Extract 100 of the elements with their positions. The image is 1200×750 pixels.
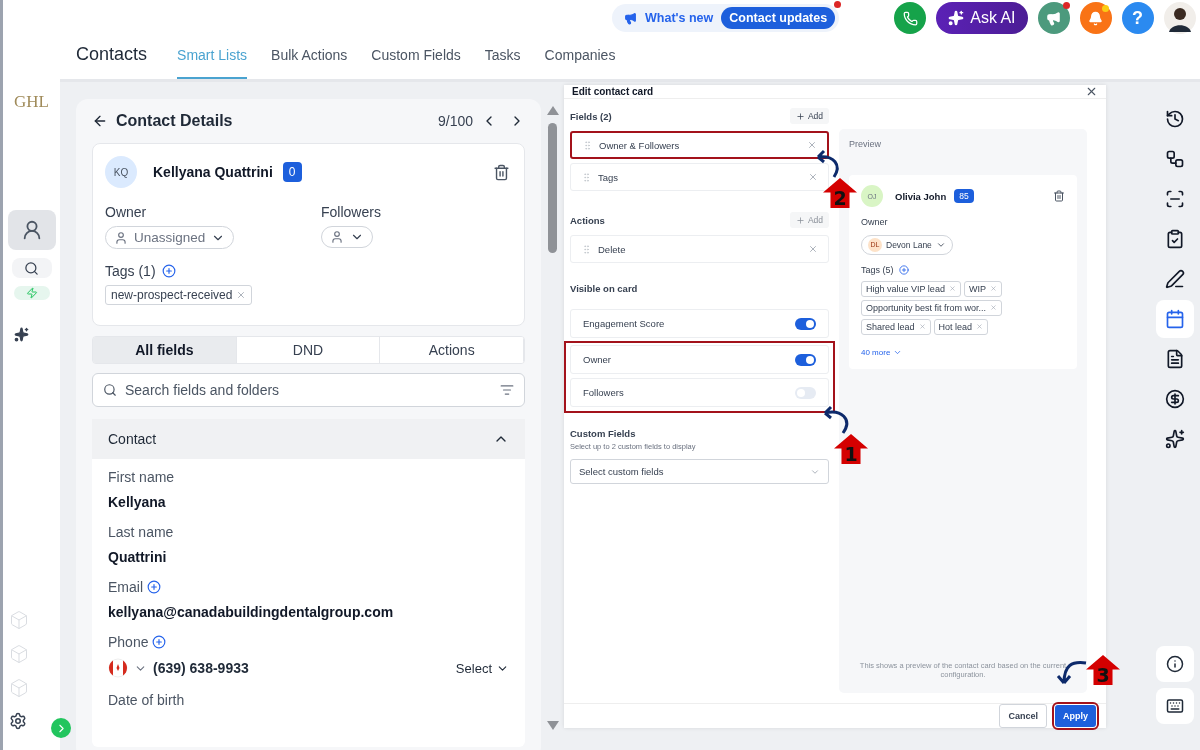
drag-handle-icon[interactable] <box>581 243 592 255</box>
search-field[interactable]: Search fields and folders <box>92 373 525 407</box>
item-label: Owner & Followers <box>599 139 681 151</box>
sparkle-icon <box>14 326 29 342</box>
section-title: Custom Fields <box>570 427 636 439</box>
nav-tab[interactable]: Bulk Actions <box>271 47 348 79</box>
notification-dot <box>1101 5 1109 12</box>
user-avatar[interactable] <box>1163 2 1196 34</box>
phone-button[interactable] <box>894 2 927 34</box>
field-tab[interactable]: Actions <box>380 337 524 363</box>
field-label: Email <box>108 579 143 595</box>
toggle-switch[interactable] <box>795 386 816 399</box>
search-icon <box>103 383 117 397</box>
tag-chip[interactable]: WIP <box>963 280 1002 297</box>
section-title: Contact <box>108 431 157 447</box>
preview-title: Preview <box>849 139 882 149</box>
phone-icon <box>902 10 918 26</box>
bell-icon <box>1088 10 1104 26</box>
plus-icon <box>795 215 805 225</box>
contact-name: Kellyana Quattrini <box>153 164 273 180</box>
pager-count: 9/100 <box>437 113 473 129</box>
scroll-up-icon[interactable] <box>546 106 559 115</box>
field-tab[interactable]: DND <box>236 337 381 363</box>
whats-new-label: What's new <box>645 11 714 25</box>
contact-nav-button[interactable] <box>7 210 56 250</box>
lightning-icon <box>25 287 38 299</box>
tag-chip[interactable]: Opportunity best fit from wor... <box>861 299 1003 316</box>
notifications-button[interactable] <box>1079 2 1112 34</box>
delete-icon[interactable] <box>493 163 510 181</box>
calendar-icon <box>1165 309 1185 329</box>
search-icon <box>24 260 39 276</box>
field-tab[interactable]: All fields <box>93 337 237 363</box>
search-nav-button[interactable] <box>11 258 52 278</box>
sparkles-icon <box>948 10 965 26</box>
card-field-item[interactable]: Delete <box>570 235 829 263</box>
filter-icon[interactable] <box>500 383 514 397</box>
scan-icon <box>1165 189 1185 209</box>
calendar-rail-button[interactable] <box>1156 300 1194 338</box>
add-button[interactable]: Add <box>789 108 829 124</box>
update-pill[interactable]: Contact updates <box>721 7 836 29</box>
ask-ai-button[interactable]: Ask AI <box>936 2 1028 34</box>
add-tag-icon[interactable] <box>898 264 909 275</box>
keyboard-button[interactable] <box>1156 688 1194 724</box>
field-label: Owner <box>105 204 148 220</box>
info-button[interactable] <box>1156 646 1194 682</box>
delete-icon[interactable] <box>1053 190 1065 202</box>
field-label: First name <box>108 469 175 485</box>
card-field-item[interactable]: Owner & Followers <box>570 131 829 159</box>
row-label: Engagement Score <box>583 318 665 329</box>
scroll-down-icon[interactable] <box>546 721 559 730</box>
tag-chip[interactable]: Shared lead <box>861 318 931 335</box>
document-icon <box>1165 349 1185 369</box>
cancel-button[interactable]: Cancel <box>999 704 1047 728</box>
card-field-item[interactable]: Tags <box>570 163 829 191</box>
help-button[interactable]: ? <box>1121 2 1154 34</box>
canada-flag-icon[interactable] <box>108 658 128 678</box>
tag-chip[interactable]: Hot lead <box>933 318 989 335</box>
nav-tab[interactable]: Companies <box>544 47 616 79</box>
toggle-switch[interactable] <box>795 353 816 366</box>
field-label: Last name <box>108 524 174 540</box>
drag-handle-icon[interactable] <box>581 171 592 183</box>
score-badge: 0 <box>282 162 302 182</box>
field-label: Followers <box>321 204 381 220</box>
keyboard-icon <box>1166 697 1184 715</box>
followers-select[interactable] <box>321 226 373 248</box>
scrollbar-thumb[interactable] <box>548 123 557 253</box>
field-value: (639) 638-9933 <box>153 660 249 676</box>
phone-type-select[interactable]: Select <box>455 660 509 676</box>
score-badge: 85 <box>954 189 974 203</box>
custom-fields-select[interactable]: Select custom fields <box>570 459 829 484</box>
add-tag-icon[interactable] <box>161 264 176 278</box>
nav-tab[interactable]: Custom Fields <box>371 47 461 79</box>
drag-handle-icon[interactable] <box>582 139 593 151</box>
field-value: Kellyana <box>108 494 167 510</box>
toggle-switch[interactable] <box>795 317 816 330</box>
megaphone-icon <box>624 11 637 25</box>
apply-button[interactable]: Apply <box>1055 705 1096 727</box>
drawer-title: Edit contact card <box>572 86 654 97</box>
section-title: Fields (2) <box>570 110 612 122</box>
back-icon[interactable] <box>92 113 108 129</box>
add-icon[interactable] <box>152 635 167 649</box>
item-label: Tags <box>598 171 620 183</box>
nav-tab[interactable]: Tasks <box>484 47 521 79</box>
announcement-button[interactable] <box>1037 2 1070 34</box>
field-label: Date of birth <box>108 692 185 708</box>
section-title: Actions <box>570 214 605 226</box>
row-label: Followers <box>583 387 624 398</box>
whats-new-banner[interactable]: What's new Contact updates <box>612 4 840 32</box>
owner-select[interactable]: Unassigned <box>105 226 235 249</box>
settings-icon[interactable] <box>8 712 27 730</box>
clipboard-check-icon <box>1165 229 1185 249</box>
tag-chip[interactable]: new-prospect-received <box>105 285 253 305</box>
more-tags-link[interactable]: 40 more <box>861 347 903 357</box>
info-icon <box>1166 655 1184 673</box>
step-marker: 3 <box>1086 655 1120 685</box>
add-icon[interactable] <box>147 580 161 594</box>
tag-chip[interactable]: High value VIP lead <box>861 280 961 297</box>
notification-dot <box>834 1 842 8</box>
close-icon[interactable] <box>1085 85 1098 98</box>
pen-icon <box>1165 269 1185 289</box>
